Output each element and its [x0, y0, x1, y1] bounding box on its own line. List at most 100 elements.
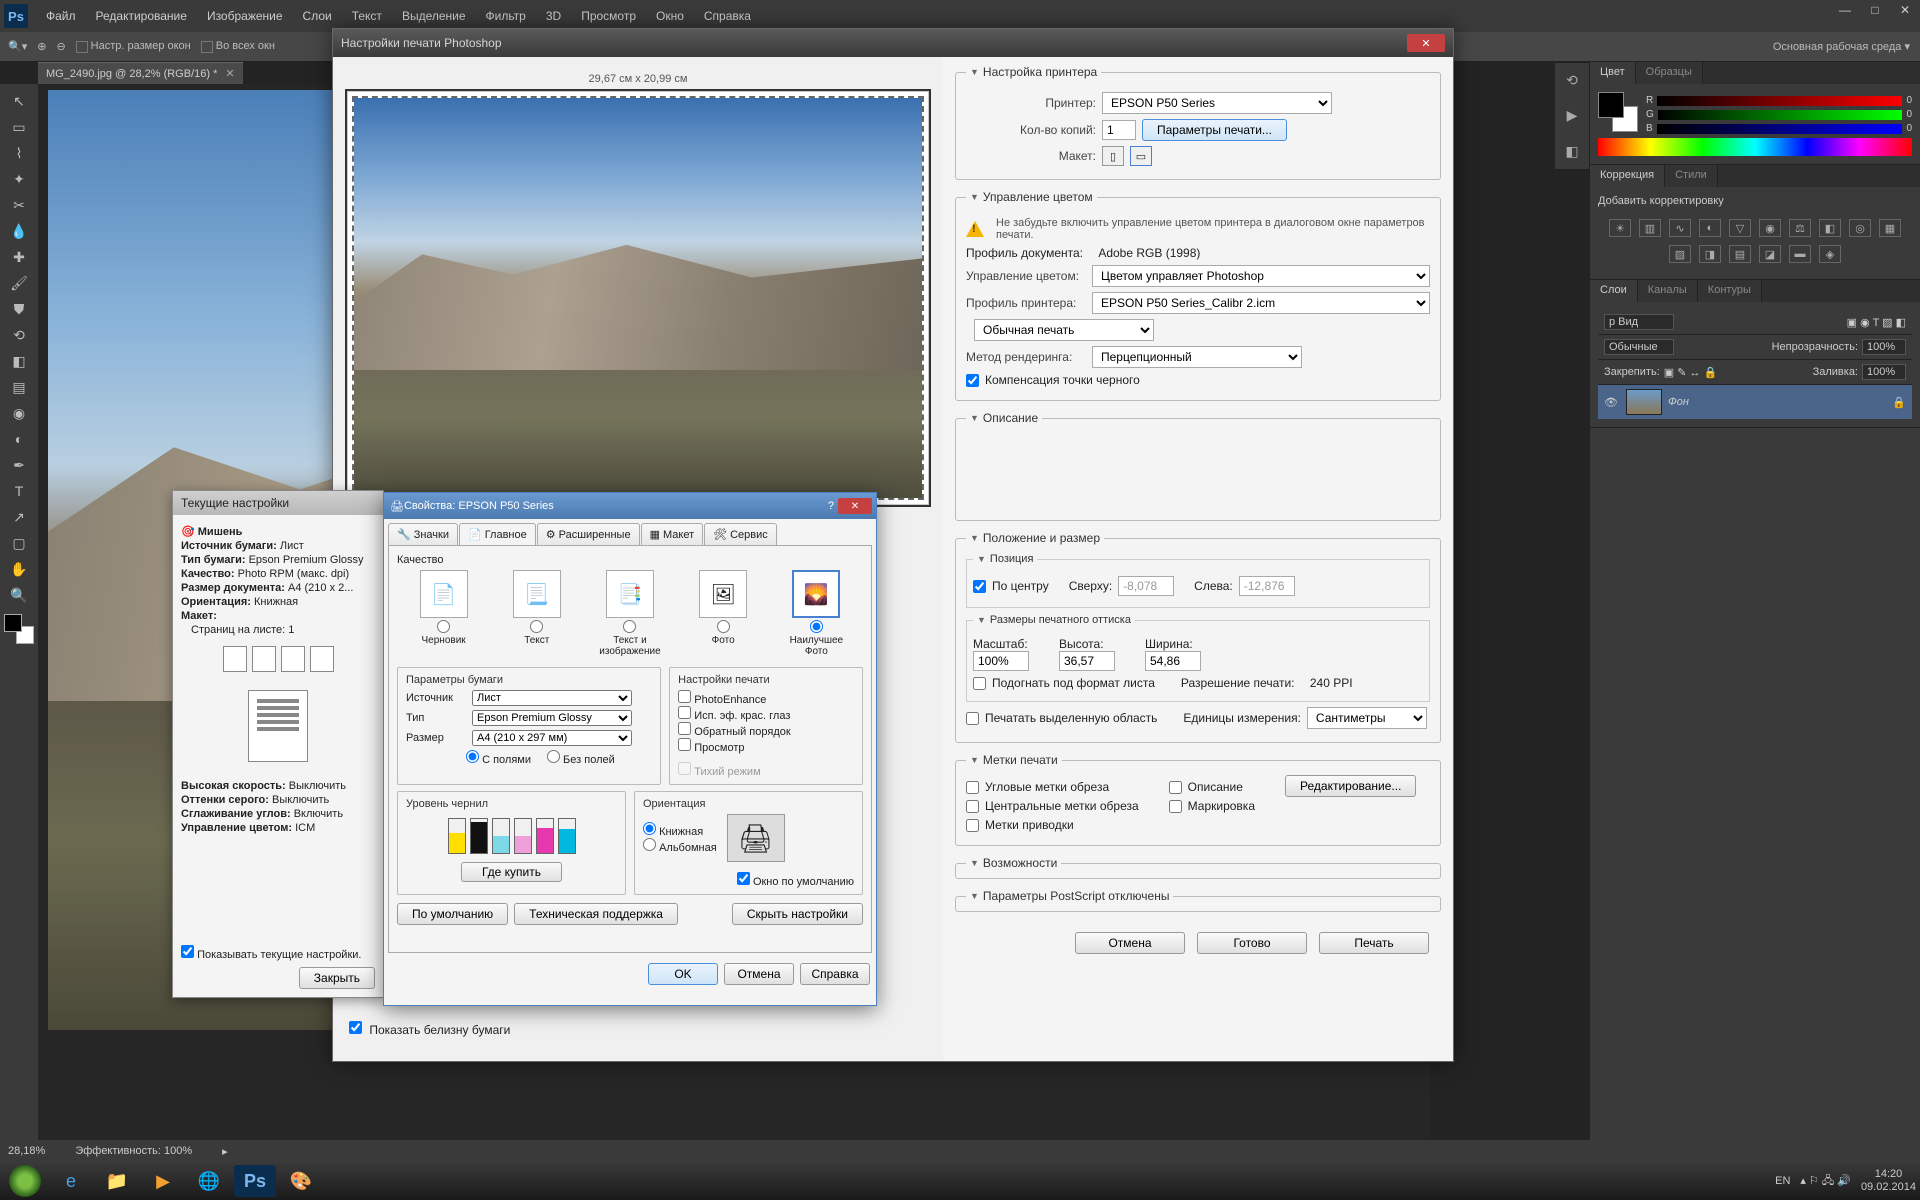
rendering-intent-select[interactable]: Перцепционный — [1092, 346, 1302, 368]
blur-tool-icon[interactable]: ◉ — [5, 400, 33, 426]
print-print-button[interactable]: Печать — [1319, 932, 1429, 954]
photoenhance-checkbox[interactable] — [678, 690, 691, 703]
adj-bw-icon[interactable]: ◧ — [1819, 219, 1841, 237]
adj-levels-icon[interactable]: ▥ — [1639, 219, 1661, 237]
properties-panel-icon[interactable]: ◧ — [1565, 143, 1578, 160]
tab-layers[interactable]: Слои — [1590, 280, 1638, 302]
adj-thresh-icon[interactable]: ◪ — [1759, 245, 1781, 263]
epson-type-select[interactable]: Epson Premium Glossy — [472, 710, 632, 726]
zoom-in-icon[interactable]: ⊕ — [37, 40, 46, 53]
epson-tab-layout[interactable]: ▦Макет — [641, 523, 704, 545]
defaults-button[interactable]: По умолчанию — [397, 903, 508, 925]
epson-tab-main[interactable]: 📄Главное — [459, 523, 536, 545]
color-swatches[interactable] — [4, 614, 34, 644]
epson-source-select[interactable]: Лист — [472, 690, 632, 706]
adj-invert-icon[interactable]: ◨ — [1699, 245, 1721, 263]
adj-photo-icon[interactable]: ◎ — [1849, 219, 1871, 237]
tray-icons[interactable]: ▴ ⚐ 🖧 🔊 — [1800, 1172, 1851, 1191]
copies-input[interactable] — [1102, 120, 1136, 140]
print-done-button[interactable]: Готово — [1197, 932, 1307, 954]
buy-ink-button[interactable]: Где купить — [461, 862, 562, 882]
description-checkbox[interactable] — [1169, 781, 1182, 794]
adj-brightness-icon[interactable]: ☀ — [1609, 219, 1631, 237]
window-close-icon[interactable]: ✕ — [1890, 0, 1920, 20]
borders-radio[interactable] — [466, 750, 479, 763]
b-slider[interactable] — [1657, 124, 1903, 134]
hide-settings-button[interactable]: Скрыть настройки — [732, 903, 863, 925]
opt-resize-checkbox[interactable] — [76, 41, 88, 53]
actions-panel-icon[interactable]: ▶ — [1567, 107, 1578, 124]
gradient-tool-icon[interactable]: ▤ — [5, 374, 33, 400]
history-panel-icon[interactable]: ⟲ — [1566, 72, 1578, 89]
fill-input[interactable] — [1862, 364, 1906, 380]
path-tool-icon[interactable]: ↗ — [5, 504, 33, 530]
window-maximize-icon[interactable]: □ — [1860, 0, 1890, 20]
adj-gradmap-icon[interactable]: ▬ — [1789, 245, 1811, 263]
support-button[interactable]: Техническая поддержка — [514, 903, 678, 925]
tab-channels[interactable]: Каналы — [1638, 280, 1698, 302]
zoom-tool-icon-2[interactable]: 🔍 — [5, 582, 33, 608]
epson-tab-icons[interactable]: 🔧Значки — [388, 523, 458, 545]
show-paper-white-checkbox[interactable] — [349, 1021, 362, 1034]
epson-help-icon[interactable]: ? — [828, 500, 834, 512]
quality-best-radio[interactable] — [810, 620, 823, 633]
zoom-tool-icon[interactable]: 🔍▾ — [8, 40, 27, 53]
print-params-button[interactable]: Параметры печати... — [1142, 119, 1287, 141]
lasso-tool-icon[interactable]: ⌇ — [5, 140, 33, 166]
zoom-out-icon[interactable]: ⊖ — [56, 40, 65, 53]
document-tab[interactable]: MG_2490.jpg @ 28,2% (RGB/16) *✕ — [38, 62, 243, 84]
adj-hue-icon[interactable]: ◉ — [1759, 219, 1781, 237]
fit-media-checkbox[interactable] — [973, 677, 986, 690]
eraser-tool-icon[interactable]: ◧ — [5, 348, 33, 374]
corner-marks-checkbox[interactable] — [966, 781, 979, 794]
menu-image[interactable]: Изображение — [197, 9, 293, 23]
blend-mode-select[interactable] — [1604, 339, 1674, 355]
print-selection-checkbox[interactable] — [966, 712, 979, 725]
chrome-icon[interactable]: 🌐 — [188, 1165, 230, 1197]
reg-marks-checkbox[interactable] — [966, 819, 979, 832]
window-minimize-icon[interactable]: — — [1830, 0, 1860, 20]
epson-ok-button[interactable]: OK — [648, 963, 718, 985]
units-select[interactable]: Сантиметры — [1307, 707, 1427, 729]
adj-mixer-icon[interactable]: ▦ — [1879, 219, 1901, 237]
quality-textimg-radio[interactable] — [623, 620, 636, 633]
center-checkbox[interactable] — [973, 580, 986, 593]
collapsed-panels[interactable]: ⟲ ▶ ◧ — [1554, 62, 1590, 170]
marquee-tool-icon[interactable]: ▭ — [5, 114, 33, 140]
color-handling-select[interactable]: Цветом управляет Photoshop — [1092, 265, 1430, 287]
default-window-checkbox[interactable] — [737, 872, 750, 885]
media-icon[interactable]: ▶ — [142, 1165, 184, 1197]
menu-window[interactable]: Окно — [646, 9, 694, 23]
eyedropper-tool-icon[interactable]: 💧 — [5, 218, 33, 244]
reverse-checkbox[interactable] — [678, 722, 691, 735]
height-input[interactable] — [1059, 651, 1115, 671]
spectrum-picker[interactable] — [1598, 138, 1912, 156]
epson-tab-advanced[interactable]: ⚙Расширенные — [537, 523, 640, 545]
print-cancel-button[interactable]: Отмена — [1075, 932, 1185, 954]
edit-marks-button[interactable]: Редактирование... — [1285, 775, 1416, 797]
adj-curves-icon[interactable]: ∿ — [1669, 219, 1691, 237]
paint-icon[interactable]: 🎨 — [280, 1165, 322, 1197]
dodge-tool-icon[interactable]: ◐ — [5, 426, 33, 452]
tab-styles[interactable]: Стили — [1665, 165, 1718, 187]
tab-paths[interactable]: Контуры — [1698, 280, 1762, 302]
start-button[interactable] — [4, 1165, 46, 1197]
workspace-selector[interactable]: Основная рабочая среда ▾ — [1773, 40, 1910, 53]
epson-help-button[interactable]: Справка — [800, 963, 870, 985]
adj-lut-icon[interactable]: ▨ — [1669, 245, 1691, 263]
menu-filter[interactable]: Фильтр — [476, 9, 536, 23]
layer-row[interactable]: 👁 Фон 🔒 — [1598, 385, 1912, 419]
menu-help[interactable]: Справка — [694, 9, 761, 23]
epson-close-icon[interactable]: ✕ — [838, 498, 872, 514]
tab-adjustments[interactable]: Коррекция — [1590, 165, 1665, 187]
menu-view[interactable]: Просмотр — [571, 9, 646, 23]
close-current-button[interactable]: Закрыть — [299, 967, 375, 989]
scale-input[interactable] — [973, 651, 1029, 671]
adj-exposure-icon[interactable]: ◐ — [1699, 219, 1721, 237]
epson-cancel-button[interactable]: Отмена — [724, 963, 794, 985]
menu-type[interactable]: Текст — [342, 9, 392, 23]
opt-allwin-checkbox[interactable] — [201, 41, 213, 53]
type-tool-icon[interactable]: T — [5, 478, 33, 504]
dialog-close-icon[interactable]: ✕ — [1407, 34, 1445, 52]
ie-icon[interactable]: e — [50, 1165, 92, 1197]
